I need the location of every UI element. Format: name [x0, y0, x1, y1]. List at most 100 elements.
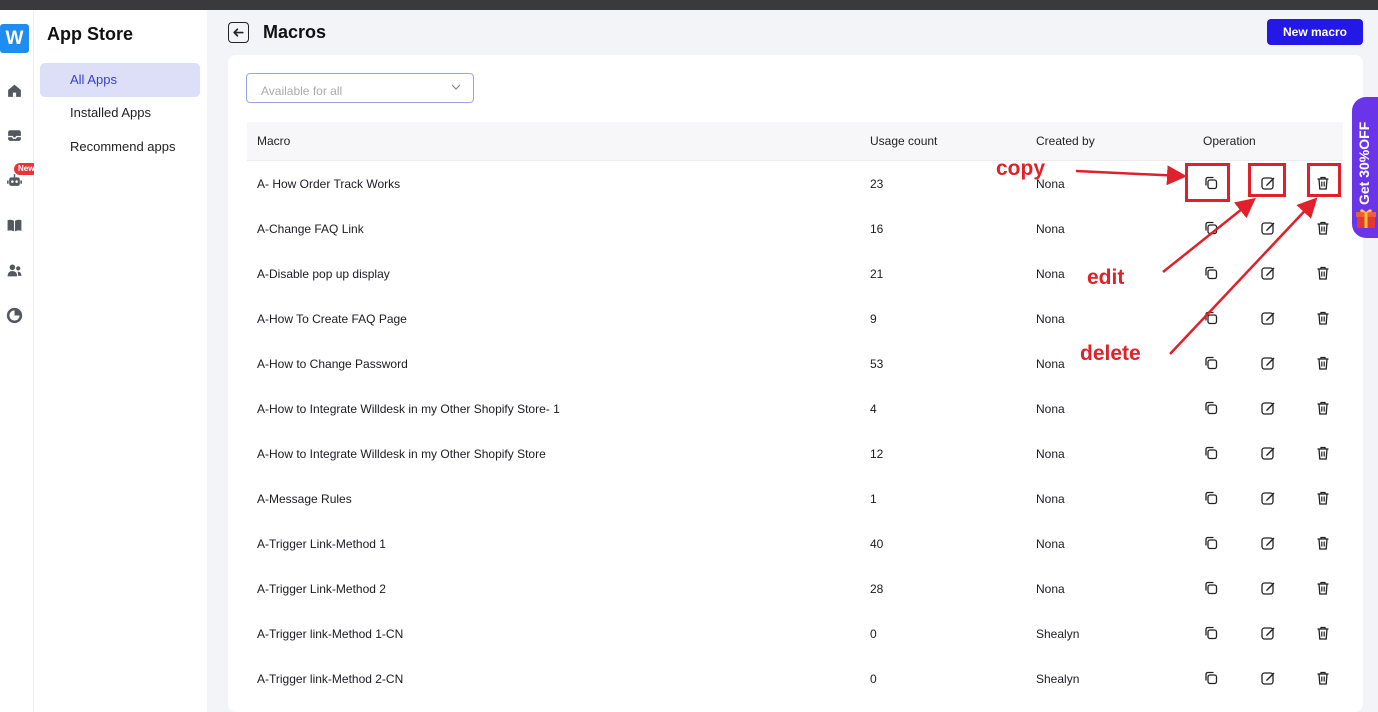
- table-row[interactable]: A-Message Rules 1 Nona: [247, 476, 1343, 521]
- macro-name: A-Trigger link-Method 2-CN: [257, 672, 404, 686]
- table-row[interactable]: A-How to Integrate Willdesk in my Other …: [247, 431, 1343, 476]
- page-title: Macros: [263, 22, 327, 42]
- edit-icon[interactable]: [1258, 308, 1278, 328]
- copy-icon[interactable]: [1201, 623, 1221, 643]
- delete-icon[interactable]: [1313, 668, 1333, 688]
- delete-annotation-label: delete: [1080, 342, 1141, 365]
- macro-name: A-How to Change Password: [257, 357, 408, 371]
- table-row[interactable]: A- How Order Track Works 23 Nona: [247, 161, 1343, 206]
- delete-icon[interactable]: [1313, 353, 1333, 373]
- macro-name: A-How to Integrate Willdesk in my Other …: [257, 402, 560, 416]
- edit-annotation-label: edit: [1087, 266, 1125, 289]
- copy-icon[interactable]: [1201, 398, 1221, 418]
- created-by: Nona: [1036, 312, 1065, 326]
- header-operation: Operation: [1203, 134, 1256, 148]
- edit-icon[interactable]: [1258, 668, 1278, 688]
- copy-icon[interactable]: [1201, 308, 1221, 328]
- edit-icon[interactable]: [1258, 353, 1278, 373]
- delete-highlight-box: [1307, 163, 1341, 197]
- nav-title: App Store: [47, 24, 134, 44]
- usage-count: 28: [870, 582, 884, 596]
- table-row[interactable]: A-Change FAQ Link 16 Nona: [247, 206, 1343, 251]
- delete-icon[interactable]: [1313, 308, 1333, 328]
- usage-count: 0: [870, 627, 877, 641]
- copy-icon[interactable]: [1201, 488, 1221, 508]
- home-icon[interactable]: [6, 82, 23, 99]
- created-by: Nona: [1036, 447, 1065, 461]
- nav-item-all-apps[interactable]: All Apps: [40, 63, 200, 97]
- created-by: Nona: [1036, 222, 1065, 236]
- table-row[interactable]: A-Trigger Link-Method 1 40 Nona: [247, 521, 1343, 566]
- macro-name: A-Disable pop up display: [257, 267, 390, 281]
- created-by: Shealyn: [1036, 672, 1080, 686]
- macro-name: A-How to Integrate Willdesk in my Other …: [257, 447, 546, 461]
- availability-select[interactable]: Available for all: [246, 73, 474, 103]
- inbox-icon[interactable]: [6, 127, 23, 144]
- macro-name: A-Trigger Link-Method 1: [257, 537, 386, 551]
- promo-text: Get 30%OFF: [1356, 121, 1372, 205]
- usage-count: 0: [870, 672, 877, 686]
- delete-icon[interactable]: [1313, 443, 1333, 463]
- created-by: Nona: [1036, 357, 1065, 371]
- back-button[interactable]: [228, 22, 249, 43]
- copy-icon[interactable]: [1201, 353, 1221, 373]
- table-row[interactable]: A-How to Change Password 53 Nona: [247, 341, 1343, 386]
- edit-icon[interactable]: [1258, 443, 1278, 463]
- users-icon[interactable]: [6, 262, 23, 279]
- header-created-by: Created by: [1036, 134, 1095, 148]
- copy-icon[interactable]: [1201, 218, 1221, 238]
- book-icon[interactable]: [6, 217, 23, 234]
- delete-icon[interactable]: [1313, 218, 1333, 238]
- usage-count: 40: [870, 537, 884, 551]
- macro-name: A-How To Create FAQ Page: [257, 312, 407, 326]
- table-row[interactable]: A-Trigger link-Method 2-CN 0 Shealyn: [247, 656, 1343, 701]
- macros-card: Available for all Macro Usage count Crea…: [228, 55, 1363, 712]
- delete-icon[interactable]: [1313, 623, 1333, 643]
- edit-icon[interactable]: [1258, 578, 1278, 598]
- usage-count: 9: [870, 312, 877, 326]
- copy-icon[interactable]: [1201, 443, 1221, 463]
- table-row[interactable]: A-Trigger Link-Method 2 28 Nona: [247, 566, 1343, 611]
- copy-icon[interactable]: [1201, 263, 1221, 283]
- chart-icon[interactable]: [6, 307, 23, 324]
- created-by: Nona: [1036, 492, 1065, 506]
- delete-icon[interactable]: [1313, 578, 1333, 598]
- app-logo[interactable]: W: [0, 24, 29, 53]
- macro-name: A-Trigger Link-Method 2: [257, 582, 386, 596]
- delete-icon[interactable]: [1313, 263, 1333, 283]
- delete-icon[interactable]: [1313, 533, 1333, 553]
- table-row[interactable]: A-How to Integrate Willdesk in my Other …: [247, 386, 1343, 431]
- edit-icon[interactable]: [1258, 398, 1278, 418]
- copy-icon[interactable]: [1201, 533, 1221, 553]
- macro-name: A-Message Rules: [257, 492, 352, 506]
- copy-icon[interactable]: [1201, 668, 1221, 688]
- table-row[interactable]: A-How To Create FAQ Page 9 Nona: [247, 296, 1343, 341]
- nav-item-installed-apps[interactable]: Installed Apps: [40, 96, 200, 130]
- macro-name: A-Change FAQ Link: [257, 222, 364, 236]
- edit-icon[interactable]: [1258, 623, 1278, 643]
- usage-count: 1: [870, 492, 877, 506]
- edit-icon[interactable]: [1258, 533, 1278, 553]
- table-header: Macro Usage count Created by Operation: [247, 122, 1343, 161]
- edit-icon[interactable]: [1258, 263, 1278, 283]
- created-by: Shealyn: [1036, 627, 1080, 641]
- delete-icon[interactable]: [1313, 398, 1333, 418]
- edit-icon[interactable]: [1258, 488, 1278, 508]
- created-by: Nona: [1036, 537, 1065, 551]
- macro-name: A- How Order Track Works: [257, 177, 401, 191]
- new-macro-button[interactable]: New macro: [1267, 19, 1363, 45]
- copy-annotation-label: copy: [996, 157, 1046, 180]
- copy-icon[interactable]: [1201, 578, 1221, 598]
- delete-icon[interactable]: [1313, 488, 1333, 508]
- availability-placeholder: Available for all: [261, 84, 343, 98]
- nav-item-recommend-apps[interactable]: Recommend apps: [40, 130, 200, 164]
- gift-icon: [1356, 209, 1376, 228]
- table-row[interactable]: A-Trigger link-Method 1-CN 0 Shealyn: [247, 611, 1343, 656]
- usage-count: 12: [870, 447, 884, 461]
- edit-icon[interactable]: [1258, 218, 1278, 238]
- usage-count: 21: [870, 267, 884, 281]
- table-row[interactable]: A-Disable pop up display 21 Nona: [247, 251, 1343, 296]
- macro-name: A-Trigger link-Method 1-CN: [257, 627, 404, 641]
- created-by: Nona: [1036, 402, 1065, 416]
- usage-count: 53: [870, 357, 884, 371]
